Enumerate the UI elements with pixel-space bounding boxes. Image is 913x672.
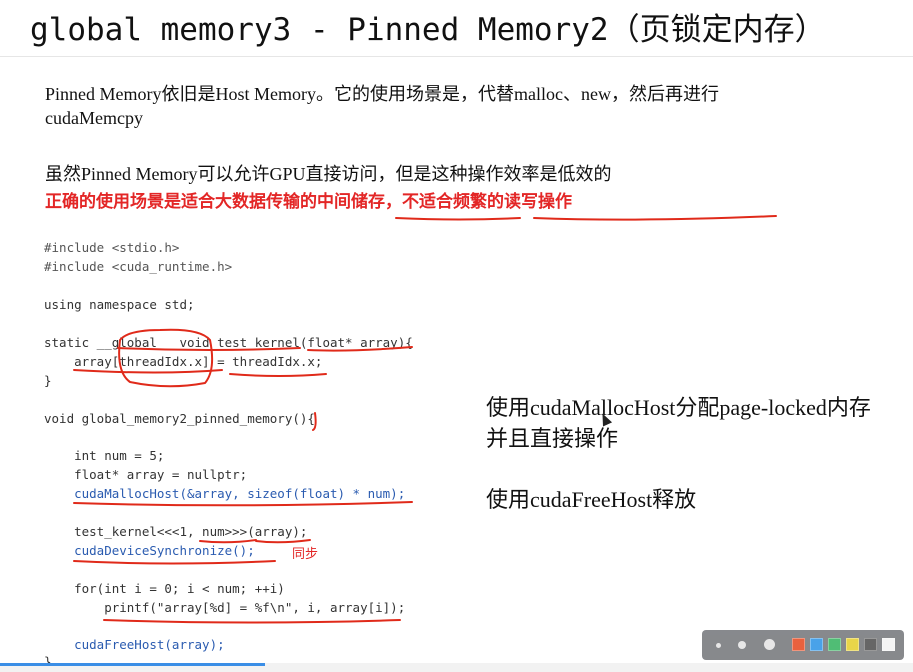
paragraph1-line2: cudaMemcpy	[45, 108, 143, 128]
color-swatch-dark-gray[interactable]	[864, 638, 877, 651]
underline-printf	[103, 619, 401, 624]
underline-not-frequent	[533, 215, 777, 221]
code-line-kernel-launch: test_kernel<<<1, num>>>(array);	[44, 524, 308, 539]
annotation-toolbar	[702, 630, 904, 660]
code-kernel-signature: static __global__ void test_kernel(float…	[44, 335, 413, 350]
color-swatch-yellow[interactable]	[846, 638, 859, 651]
paragraph1-line1: Pinned Memory依旧是Host Memory。它的使用场景是，代替ma…	[45, 84, 719, 104]
pen-size-small-icon[interactable]	[716, 643, 721, 648]
side-note-malloc-host-line2: 并且直接操作	[486, 426, 619, 451]
pen-size-large-icon[interactable]	[764, 639, 775, 650]
color-swatch-white[interactable]	[882, 638, 895, 651]
side-note-free-host: 使用cudaFreeHost释放	[486, 487, 697, 512]
code-kernel-body: array[threadIdx.x] = threadIdx.x;	[44, 354, 323, 369]
code-using-namespace: using namespace std;	[44, 297, 195, 312]
pen-size-medium-icon[interactable]	[738, 641, 746, 649]
code-function-signature: void global_memory2_pinned_memory(){	[44, 411, 315, 426]
color-swatch-green[interactable]	[828, 638, 841, 651]
paragraph2-line1: 虽然Pinned Memory可以允许GPU直接访问，但是这种操作效率是低效的	[45, 164, 612, 184]
code-include-stdio: #include <stdio.h>	[44, 240, 180, 255]
code-line-malloc-host: cudaMallocHost(&array, sizeof(float) * n…	[44, 486, 406, 501]
paragraph2-line2-emphasis: 正确的使用场景是适合大数据传输的中间储存，不适合频繁的读写操作	[45, 192, 572, 212]
code-line-pointer: float* array = nullptr;	[44, 467, 248, 482]
slide-title: global memory3 - Pinned Memory2（页锁定内存）	[30, 12, 826, 48]
code-include-cuda-runtime: #include <cuda_runtime.h>	[44, 259, 233, 274]
code-kernel-end: }	[44, 373, 52, 388]
code-line-num: int num = 5;	[44, 448, 165, 463]
code-line-for-loop: for(int i = 0; i < num; ++i)	[44, 581, 285, 596]
color-swatch-orange[interactable]	[792, 638, 805, 651]
underline-middle-storage	[395, 217, 521, 221]
underline-device-sync	[73, 560, 276, 565]
underline-threadidx-rhs	[229, 373, 327, 377]
code-line-free-host: cudaFreeHost(array);	[44, 637, 225, 652]
code-line-device-sync: cudaDeviceSynchronize();	[44, 543, 255, 558]
handwritten-sync-note: 同步	[292, 547, 319, 562]
video-progress-fill	[0, 663, 265, 666]
color-swatch-blue[interactable]	[810, 638, 823, 651]
title-divider	[0, 56, 913, 57]
side-note-malloc-host-line1: 使用cudaMallocHost分配page-locked内存	[486, 395, 871, 420]
code-line-printf: printf("array[%d] = %f\n", i, array[i]);	[44, 600, 406, 615]
